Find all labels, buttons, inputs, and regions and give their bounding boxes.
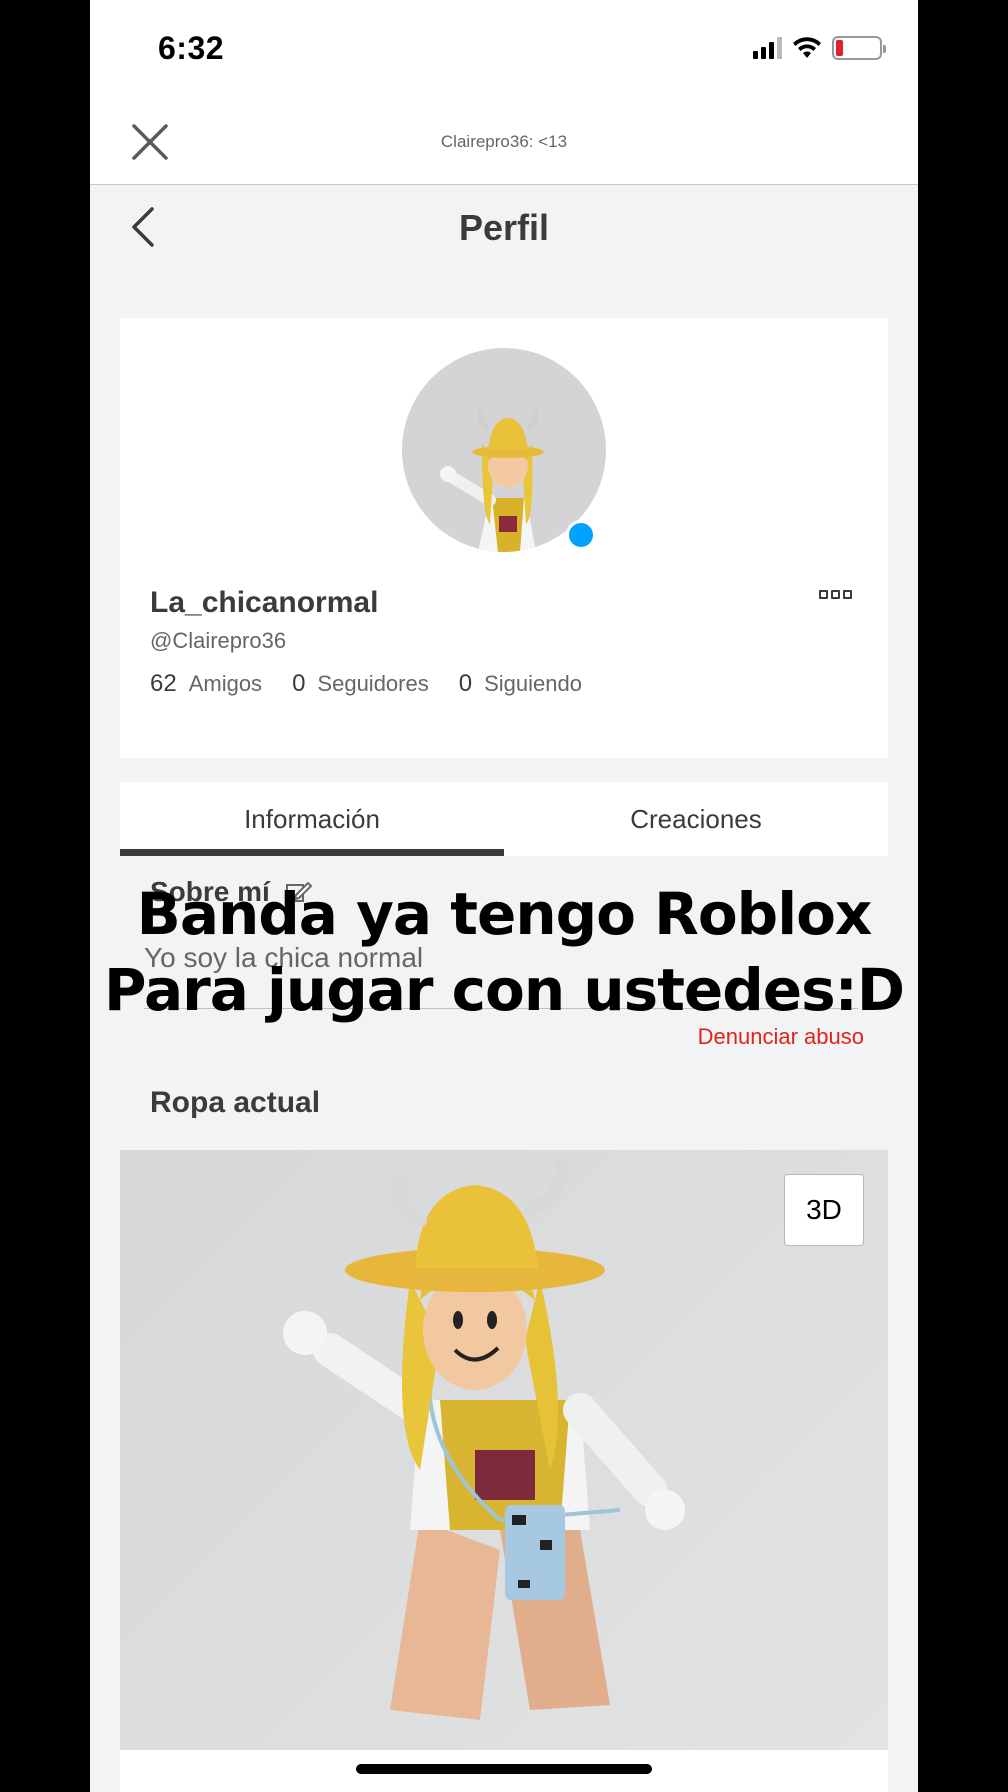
phone-screen: 6:32 Clairepro36: <13 Perfil La_chicanor…	[90, 0, 918, 1792]
wifi-icon	[793, 37, 821, 58]
followers-count[interactable]: 0	[292, 670, 305, 698]
cellular-signal-icon	[753, 37, 782, 59]
current-outfit-title: Ropa actual	[150, 1086, 321, 1119]
overlay-caption-line-2: Para jugar con ustedes:D	[104, 956, 905, 1024]
top-bar: Clairepro36: <13	[90, 100, 918, 185]
online-status-indicator	[566, 520, 596, 550]
home-indicator[interactable]	[356, 1764, 652, 1774]
username: @Clairepro36	[150, 628, 287, 653]
battery-level	[836, 40, 843, 56]
following-label[interactable]: Siguiendo	[484, 671, 582, 697]
status-bar: 6:32	[90, 0, 918, 100]
overlay-caption-line-1: Banda ya tengo Roblox	[136, 880, 873, 948]
battery-icon	[832, 36, 886, 60]
outfit-viewer[interactable]: 3D	[120, 1150, 888, 1750]
profile-stats: 62 Amigos 0 Seguidores 0 Siguiendo	[150, 670, 612, 698]
display-name: La_chicanormal	[150, 586, 379, 619]
report-abuse-link[interactable]: Denunciar abuso	[698, 1024, 864, 1050]
nav-bar: Perfil	[90, 185, 918, 270]
avatar-full-body-image	[283, 1153, 685, 1720]
more-options-icon[interactable]	[819, 590, 852, 599]
friends-count[interactable]: 62	[150, 670, 177, 698]
profile-tabs: Información Creaciones	[120, 782, 888, 856]
followers-label[interactable]: Seguidores	[317, 671, 428, 697]
top-bar-title: Clairepro36: <13	[440, 132, 568, 151]
tab-informacion[interactable]: Información	[120, 782, 504, 856]
status-icons	[753, 36, 886, 60]
profile-card: La_chicanormal @Clairepro36 62 Amigos 0 …	[120, 318, 888, 758]
status-time: 6:32	[158, 30, 225, 66]
tab-creaciones[interactable]: Creaciones	[504, 782, 888, 856]
page-title: Perfil	[458, 207, 550, 248]
following-count[interactable]: 0	[459, 670, 472, 698]
friends-label[interactable]: Amigos	[189, 671, 262, 697]
view-3d-button[interactable]: 3D	[784, 1174, 864, 1246]
